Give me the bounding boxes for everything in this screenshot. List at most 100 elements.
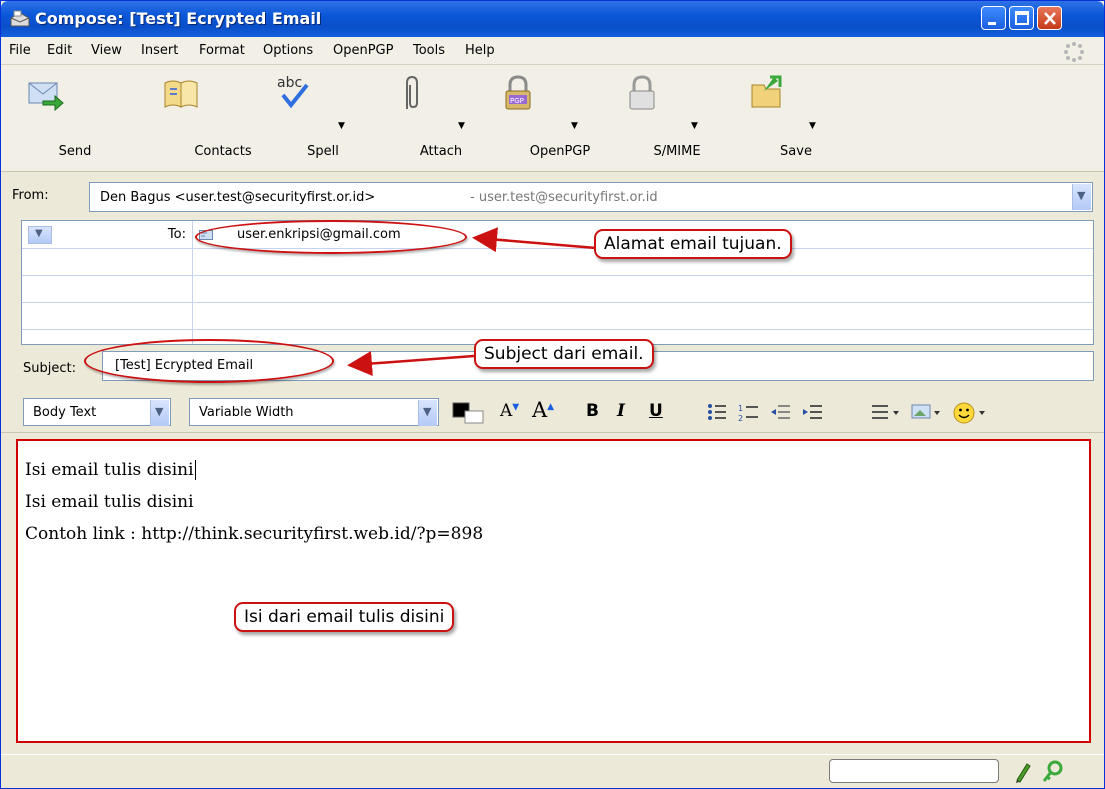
text-color-icon[interactable] [451,401,489,427]
decrease-font-size-icon[interactable]: A▼ [500,401,519,421]
body-line: Isi email tulis disini​ [25,460,196,480]
spell-icon: abc [277,75,309,109]
smime-button[interactable]: S/MIME [607,69,701,167]
openpgp-icon: PGP [505,75,531,110]
bold-icon[interactable]: B [586,401,599,421]
menu-view[interactable]: View [91,43,122,58]
font-value: Variable Width [199,405,294,420]
subject-highlight-ellipse [84,339,334,383]
to-highlight-ellipse [195,220,467,254]
recipient-type-select[interactable]: ▼ To: [24,224,190,246]
underline-icon[interactable]: U [649,401,663,421]
contacts-icon [164,80,198,108]
save-dropdown-arrow[interactable]: ▼ [809,121,816,131]
format-toolbar: Body Text ▼ Variable Width ▼ A▼ A▲ B I U… [1,393,1104,433]
menu-edit[interactable]: Edit [47,43,72,58]
contacts-label: Contacts [194,144,252,159]
outdent-icon [771,405,790,419]
openpgp-label: OpenPGP [529,144,591,159]
font-select[interactable]: Variable Width ▼ [189,398,439,426]
from-identity: Den Bagus <user.test@securityfirst.or.id… [100,190,376,205]
recipient-list: ▼ To: user.enkripsi@gmail.com [21,220,1094,345]
from-label: From: [12,188,49,203]
throbber-icon [1064,42,1084,62]
mail-compose-icon [10,10,30,27]
smime-label: S/MIME [653,144,701,159]
close-button[interactable] [1037,6,1062,30]
pen-icon[interactable] [1011,760,1035,784]
message-body-editor[interactable]: Isi email tulis disini​ Isi email tulis … [16,439,1091,743]
menu-bar: File Edit View Insert Format Options Ope… [1,37,1104,65]
menu-options[interactable]: Options [263,43,313,58]
contacts-button[interactable]: Contacts [139,69,252,167]
chevron-down-icon: ▼ [1077,189,1086,202]
save-label: Save [780,144,812,159]
menu-insert[interactable]: Insert [141,43,178,58]
menu-file[interactable]: File [9,43,31,58]
openpgp-dropdown-arrow[interactable]: ▼ [571,121,578,131]
recipient-type-dropdown[interactable]: ▼ [28,226,52,244]
subject-annotation: Subject dari email. [474,339,654,369]
openpgp-button[interactable]: PGP OpenPGP [476,69,590,167]
to-annotation: Alamat email tujuan. [594,229,792,259]
save-button[interactable]: Save [736,69,812,167]
numbered-list-icon: 12 [738,404,758,423]
save-icon [751,75,782,108]
spell-label: Spell [307,144,339,159]
svg-text:abc: abc [277,75,302,91]
send-icon [28,82,64,112]
svg-text:2: 2 [738,414,743,423]
insert-group [872,402,985,424]
key-icon[interactable] [1041,760,1065,784]
spell-button[interactable]: abc Spell [263,69,339,167]
bullet-list-icon [708,404,726,420]
recipient-column-divider [192,221,193,344]
row-divider [22,302,1093,303]
spell-dropdown-arrow[interactable]: ▼ [338,121,345,131]
indent-icon [803,405,822,419]
recipient-type-label: To: [167,227,186,242]
body-annotation: Isi dari email tulis disini [234,602,455,632]
compose-window: Compose: [Test] Ecrypted Email File Edit… [0,0,1105,789]
row-divider [22,329,1093,330]
chevron-down-icon: ▼ [155,405,164,418]
smiley-icon [953,402,985,424]
list-indent-group: 12 [708,404,822,423]
menu-tools[interactable]: Tools [413,43,445,58]
row-divider [22,248,1093,249]
from-select[interactable]: Den Bagus <user.test@securityfirst.or.id… [89,182,1093,212]
menu-format[interactable]: Format [199,43,245,58]
menu-help[interactable]: Help [465,43,495,58]
title-bar: Compose: [Test] Ecrypted Email [1,1,1104,37]
paragraph-style-value: Body Text [33,405,97,420]
body-line-text: Isi email tulis disini [25,460,194,480]
increase-font-size-icon[interactable]: A▲ [532,398,554,422]
chevron-down-icon: ▼ [35,228,43,239]
paragraph-style-select[interactable]: Body Text ▼ [23,398,171,426]
attach-icon [406,75,418,109]
progress-bar [829,759,999,783]
menu-openpgp[interactable]: OpenPGP [333,43,393,58]
send-button[interactable]: Send [15,69,91,167]
font-dropdown[interactable]: ▼ [418,400,437,426]
send-label: Send [58,144,92,159]
smime-dropdown-arrow[interactable]: ▼ [691,121,698,131]
svg-text:1: 1 [738,404,743,413]
paragraph-style-dropdown[interactable]: ▼ [150,400,169,426]
from-dropdown-button[interactable]: ▼ [1072,184,1091,210]
insert-image-icon [911,404,940,419]
subject-label: Subject: [23,361,76,376]
attach-dropdown-arrow[interactable]: ▼ [458,121,465,131]
body-line: Isi email tulis disini [25,492,194,512]
text-cursor: ​ [194,460,196,480]
status-bar [1,754,1104,788]
maximize-button[interactable] [1009,6,1034,30]
italic-icon[interactable]: I [617,401,625,421]
from-account: - user.test@securityfirst.or.id [470,190,658,205]
compose-toolbar: Send Contacts abc Spell ▼ Attach ▼ PGP O… [1,65,1104,172]
attach-label: Attach [419,144,463,159]
minimize-button[interactable] [981,6,1006,30]
row-divider [22,275,1093,276]
smime-icon [629,75,655,110]
attach-button[interactable]: Attach [381,69,462,167]
